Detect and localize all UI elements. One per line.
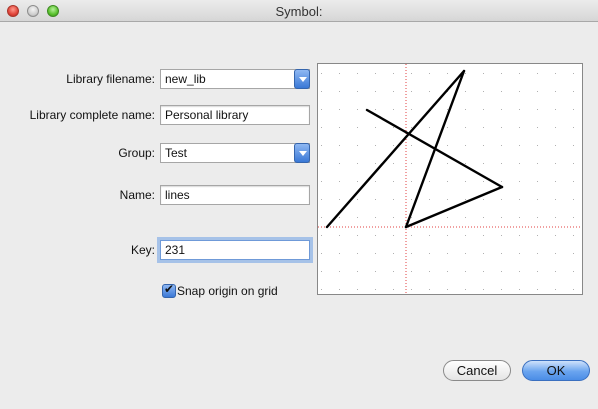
group-dropdown-button[interactable] xyxy=(294,143,310,163)
library-filename-combo[interactable]: new_lib xyxy=(160,69,310,89)
library-filename-value: new_lib xyxy=(165,72,206,86)
symbol-dialog: Symbol: Library filename: new_lib Librar… xyxy=(0,0,598,409)
name-field[interactable]: lines xyxy=(160,185,310,205)
snap-origin-label[interactable]: Snap origin on grid xyxy=(177,284,297,298)
library-complete-name-field[interactable]: Personal library xyxy=(160,105,310,125)
grid-dots xyxy=(318,64,582,294)
key-field[interactable]: 231 xyxy=(160,240,310,260)
window-title: Symbol: xyxy=(275,4,323,19)
library-complete-name-label: Library complete name: xyxy=(29,108,155,122)
group-combo[interactable]: Test xyxy=(160,143,310,163)
ok-button[interactable]: OK xyxy=(522,360,590,381)
group-value: Test xyxy=(165,146,188,160)
library-filename-dropdown-button[interactable] xyxy=(294,69,310,89)
library-filename-label: Library filename: xyxy=(66,72,155,86)
cancel-button[interactable]: Cancel xyxy=(443,360,511,381)
symbol-preview-canvas[interactable] xyxy=(317,63,583,295)
group-label: Group: xyxy=(118,146,155,160)
title-bar: Symbol: xyxy=(0,0,598,22)
name-label: Name: xyxy=(119,188,155,202)
snap-origin-checkbox[interactable] xyxy=(162,282,176,298)
symbol-drawing xyxy=(318,64,582,294)
key-label: Key: xyxy=(130,243,155,257)
